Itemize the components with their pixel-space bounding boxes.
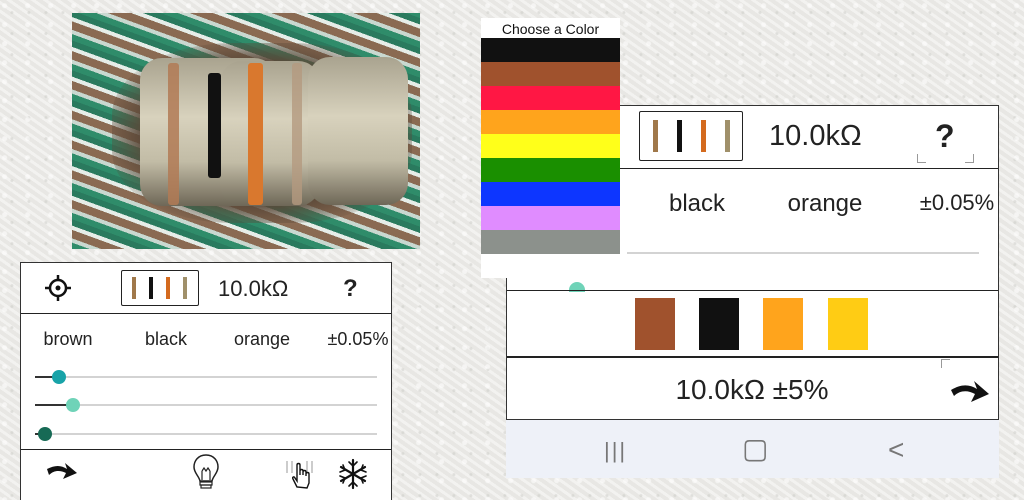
help-button[interactable]: ?	[343, 275, 358, 303]
recent-apps-button[interactable]: |||	[604, 438, 627, 464]
band-label-right-4[interactable]: ±0.05%	[907, 190, 1007, 216]
palette-swatch[interactable]	[481, 62, 620, 86]
palette-swatch[interactable]	[481, 134, 620, 158]
band-preview[interactable]	[121, 270, 199, 306]
preview-band-1	[132, 277, 136, 299]
photo-band-2	[208, 73, 221, 178]
slider-2[interactable]	[35, 398, 377, 412]
photo-band-1	[168, 63, 179, 205]
palette-swatch[interactable]	[481, 206, 620, 230]
slider-3[interactable]	[35, 427, 377, 441]
home-button[interactable]: ▢	[742, 432, 768, 465]
resistance-value: 10.0kΩ	[218, 276, 289, 301]
palette-swatch[interactable]	[481, 158, 620, 182]
palette-swatch[interactable]	[481, 86, 620, 110]
slider-3-knob	[38, 427, 52, 441]
preview-band-3	[166, 277, 170, 299]
slider-right[interactable]	[627, 252, 979, 254]
band-label-1[interactable]: brown	[31, 329, 105, 350]
color-picker-title: Choose a Color	[501, 21, 600, 37]
slider-1[interactable]	[35, 370, 377, 384]
arrow-icon[interactable]	[45, 459, 79, 483]
left-header: 10.0kΩ ?	[21, 263, 391, 313]
palette-swatch[interactable]	[481, 38, 620, 62]
back-button[interactable]: <	[888, 434, 904, 466]
hand-pointer-icon[interactable]	[283, 457, 317, 491]
android-nav-bar: ||| ▢ <	[506, 420, 999, 478]
color-picker-dialog: Choose a Color	[481, 18, 620, 278]
palette-swatch[interactable]	[481, 182, 620, 206]
band-label-right-2[interactable]: black	[647, 190, 747, 218]
resistance-value-right: 10.0kΩ	[769, 120, 862, 152]
right-preview-band-1	[653, 120, 658, 152]
band-label-4[interactable]: ±0.05%	[321, 329, 395, 350]
code-swatch-2[interactable]	[699, 298, 739, 350]
band-preview-right[interactable]	[639, 111, 743, 161]
help-button-right[interactable]: ?	[935, 118, 955, 155]
slider-2-knob	[66, 398, 80, 412]
band-label-right-3[interactable]: orange	[775, 190, 875, 218]
slider-1-knob	[52, 370, 66, 384]
arrow-icon-right[interactable]	[949, 376, 991, 406]
result-text: 10.0kΩ ±5%	[675, 374, 829, 405]
right-preview-band-2	[677, 120, 682, 152]
right-preview-band-3	[701, 120, 706, 152]
photo-band-4	[292, 63, 302, 205]
preview-band-2	[149, 277, 153, 299]
right-preview-band-4	[725, 120, 730, 152]
palette-swatch[interactable]	[481, 110, 620, 134]
resistor-photo	[72, 13, 420, 249]
band-label-2[interactable]: black	[129, 329, 203, 350]
code-swatch-4[interactable]	[828, 298, 868, 350]
code-swatch-3[interactable]	[763, 298, 803, 350]
photo-band-3	[248, 63, 263, 205]
snowflake-icon[interactable]	[337, 458, 369, 490]
code-swatch-1[interactable]	[635, 298, 675, 350]
preview-band-4	[183, 277, 187, 299]
left-app-screen: 10.0kΩ ? brown black orange ±0.05%	[20, 262, 392, 500]
palette-swatch[interactable]	[481, 230, 620, 254]
lightbulb-icon[interactable]	[191, 453, 221, 491]
target-icon[interactable]	[45, 275, 71, 301]
band-label-3[interactable]: orange	[225, 329, 299, 350]
